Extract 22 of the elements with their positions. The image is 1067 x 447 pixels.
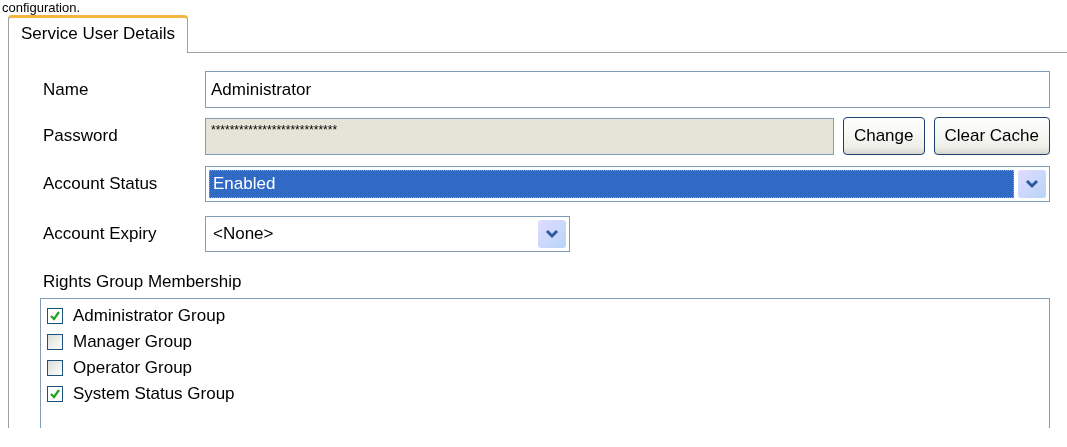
field-label: Name	[43, 79, 90, 100]
field-label: Password	[43, 126, 119, 146]
tab[interactable]: Service User Details	[8, 15, 188, 53]
checkbox-label: Operator Group	[73, 358, 193, 378]
dropdown-value: Enabled	[209, 170, 1014, 198]
dropdown[interactable]: <None>	[205, 216, 570, 252]
checkbox-label: Manager Group	[73, 332, 193, 352]
checkbox-label: Administrator Group	[73, 306, 226, 326]
chevron-down-icon[interactable]	[1018, 170, 1046, 198]
checkbox[interactable]	[47, 308, 63, 324]
checkbox[interactable]	[47, 360, 63, 376]
dropdown[interactable]: Enabled	[205, 166, 1050, 202]
input-field[interactable]: Administrator	[205, 71, 1050, 108]
field-label: Account Status	[43, 174, 159, 194]
chevron-down-icon[interactable]	[538, 220, 566, 248]
checkbox[interactable]	[47, 334, 63, 350]
dropdown-value: <None>	[212, 223, 275, 245]
caption-text: configuration.	[1, 0, 82, 15]
section-label: Rights Group Membership	[43, 272, 243, 292]
checkbox-label: System Status Group	[73, 384, 235, 404]
field-label: Account Expiry	[43, 224, 158, 244]
checkbox[interactable]	[47, 386, 63, 402]
